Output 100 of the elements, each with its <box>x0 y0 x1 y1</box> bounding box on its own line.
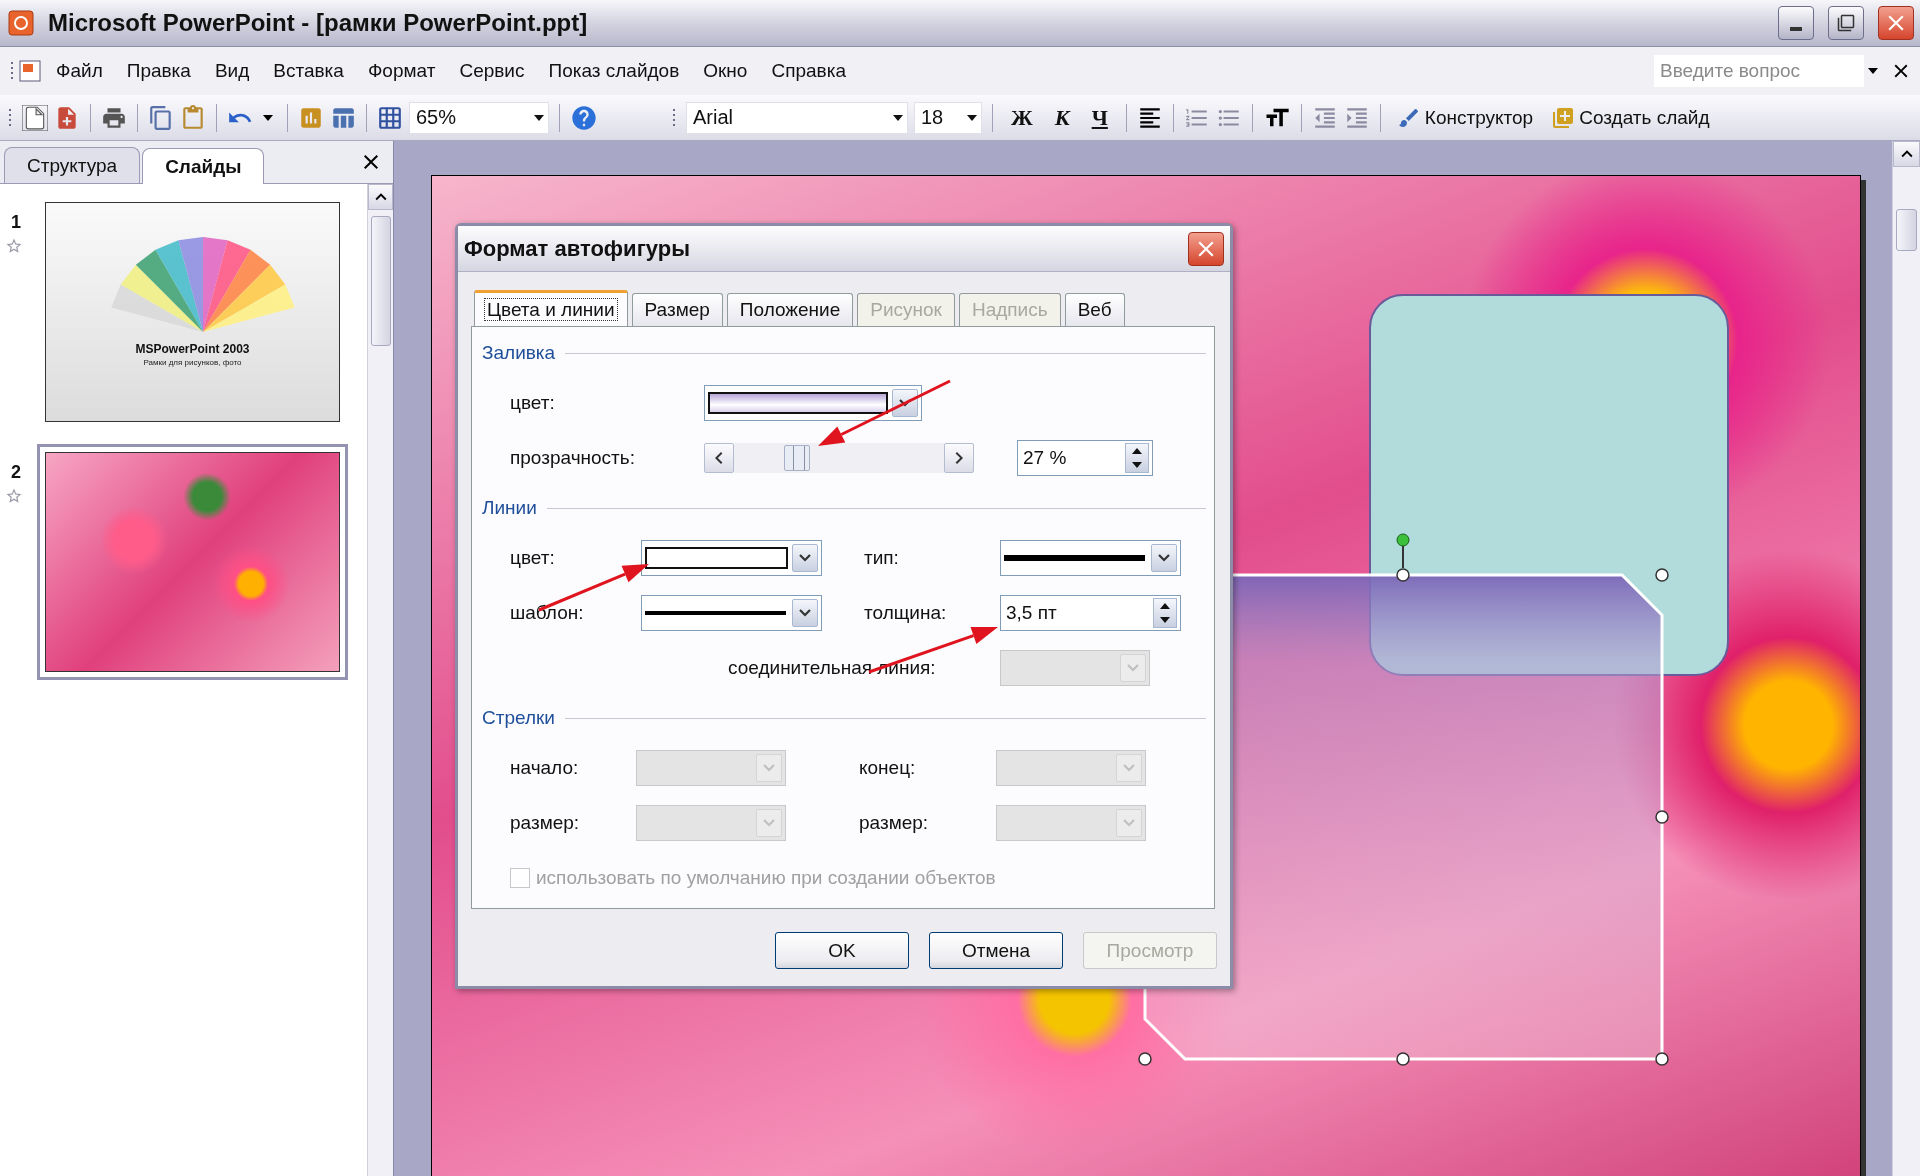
dialog-button[interactable]: Отмена <box>929 932 1063 969</box>
document-icon <box>18 58 44 84</box>
underline-button[interactable]: Ч <box>1083 102 1116 133</box>
transparency-slider[interactable] <box>734 443 944 473</box>
caret-icon <box>763 764 775 772</box>
bold-button[interactable]: Ж <box>1003 102 1041 133</box>
italic-button[interactable]: К <box>1046 102 1078 133</box>
rotation-handle[interactable] <box>1396 533 1410 569</box>
scrollbar[interactable] <box>1892 141 1920 1176</box>
close-button[interactable] <box>1188 231 1224 266</box>
font-size-dropdown[interactable]: 18 <box>914 101 982 134</box>
line-color-dropdown[interactable] <box>641 540 822 576</box>
menu-item[interactable]: Справка <box>759 56 858 86</box>
caret-icon <box>1158 554 1170 562</box>
toolbar-grip-icon <box>8 107 12 128</box>
new-slide-button[interactable]: Создать слайд <box>1545 103 1716 132</box>
minimize-button[interactable] <box>1778 6 1814 40</box>
field-label: прозрачность: <box>510 447 636 469</box>
field-label: соединительная линия: <box>728 657 937 679</box>
spin-button[interactable] <box>1125 443 1149 473</box>
field-label: тип: <box>864 547 900 569</box>
field-label: шаблон: <box>510 602 585 624</box>
caret-icon <box>799 554 811 562</box>
spin-up-icon <box>1132 448 1142 454</box>
selection-handle[interactable] <box>1655 1052 1669 1066</box>
spin-up-icon <box>1160 603 1170 609</box>
menu-item[interactable]: Окно <box>691 56 760 86</box>
field-label: начало: <box>510 757 580 779</box>
selection-handle[interactable] <box>1138 1052 1152 1066</box>
spin-down-icon <box>1160 617 1170 623</box>
question-field[interactable]: Введите вопрос <box>1654 55 1864 87</box>
dialog-tab[interactable]: Положение <box>726 293 854 326</box>
field-label: конец: <box>859 757 917 779</box>
slider-right-button[interactable] <box>944 443 974 473</box>
toolbar-grip-icon <box>10 61 14 81</box>
caret-icon <box>534 114 544 121</box>
dialog-tab[interactable]: Размер <box>631 293 723 326</box>
copy-icon[interactable] <box>148 104 174 131</box>
new-slide-icon <box>1551 105 1576 130</box>
new-document-icon[interactable] <box>22 104 48 131</box>
field-label: размер: <box>859 812 930 834</box>
grid-icon[interactable] <box>377 104 403 131</box>
selection-handle[interactable] <box>1396 568 1410 582</box>
selection-handle[interactable] <box>1655 810 1669 824</box>
paste-icon[interactable] <box>180 104 206 131</box>
pane-tab[interactable]: Структура <box>4 147 141 183</box>
dash-dropdown[interactable] <box>641 595 822 631</box>
checkbox-label: использовать по умолчанию при создании объектов <box>536 867 997 889</box>
field-label: толщина: <box>864 602 948 624</box>
menu-item[interactable]: Сервис <box>447 56 537 86</box>
toolbar-grip-icon <box>672 107 676 128</box>
caret-icon <box>1123 819 1135 827</box>
caret-icon <box>1127 664 1139 672</box>
section-heading: Стрелки <box>482 707 555 729</box>
spin-down-icon <box>1132 462 1142 468</box>
pane-tab[interactable]: Слайды <box>142 148 265 184</box>
restore-icon <box>1837 14 1855 32</box>
scroll-thumb[interactable] <box>370 216 391 346</box>
menu-item[interactable]: Формат <box>355 56 448 86</box>
selection-handle[interactable] <box>1396 1052 1410 1066</box>
slide-number: 1 <box>10 212 21 233</box>
menu-item[interactable]: Правка <box>114 56 203 86</box>
help-icon[interactable] <box>570 103 598 132</box>
slider-thumb[interactable] <box>783 445 810 471</box>
menu-item[interactable]: Показ слайдов <box>536 56 692 86</box>
menu-item[interactable]: Файл <box>44 56 115 86</box>
restore-button[interactable] <box>1828 6 1864 40</box>
slide-thumbnail[interactable]: MSPowerPoint 2003 Рамки для рисунков, фото <box>37 194 348 430</box>
caret-icon <box>1123 764 1135 772</box>
field-label: размер: <box>510 812 581 834</box>
minimize-icon <box>1790 27 1802 31</box>
slide-title: MSPowerPoint 2003 <box>135 342 250 356</box>
caret-icon <box>967 114 977 121</box>
dialog-title: Формат автофигуры <box>464 235 690 262</box>
dialog-button[interactable]: OK <box>775 932 909 969</box>
dropdown-icon[interactable] <box>263 114 273 121</box>
scrollbar[interactable] <box>367 184 393 1176</box>
slider-left-button[interactable] <box>704 443 734 473</box>
field-label: цвет: <box>510 547 556 569</box>
caret-icon <box>893 114 903 121</box>
line-style-dropdown[interactable] <box>1000 540 1181 576</box>
font-dropdown[interactable]: Arial <box>686 101 908 134</box>
zoom-dropdown[interactable]: 65% <box>409 101 549 134</box>
spin-button[interactable] <box>1153 598 1177 628</box>
dialog-tab[interactable]: Цвета и линии <box>474 290 628 327</box>
transparency-field[interactable]: 27 % <box>1017 440 1153 476</box>
weight-field[interactable]: 3,5 пт <box>1000 595 1181 631</box>
design-button[interactable]: Конструктор <box>1390 103 1540 132</box>
section-heading: Линии <box>482 497 537 519</box>
selection-handle[interactable] <box>1655 568 1669 582</box>
fill-color-dropdown[interactable] <box>704 385 922 421</box>
window-title: Microsoft PowerPoint - [рамки PowerPoint.ppt] <box>48 9 589 37</box>
close-button[interactable] <box>1878 6 1914 40</box>
menu-item[interactable]: Вставка <box>261 56 356 86</box>
menu-item[interactable]: Вид <box>202 56 262 86</box>
dropdown-icon[interactable] <box>1868 68 1878 74</box>
caret-icon <box>799 609 811 617</box>
section-heading: Заливка <box>482 342 556 364</box>
scroll-thumb[interactable] <box>1895 209 1918 251</box>
dialog-tab[interactable]: Веб <box>1064 293 1125 326</box>
